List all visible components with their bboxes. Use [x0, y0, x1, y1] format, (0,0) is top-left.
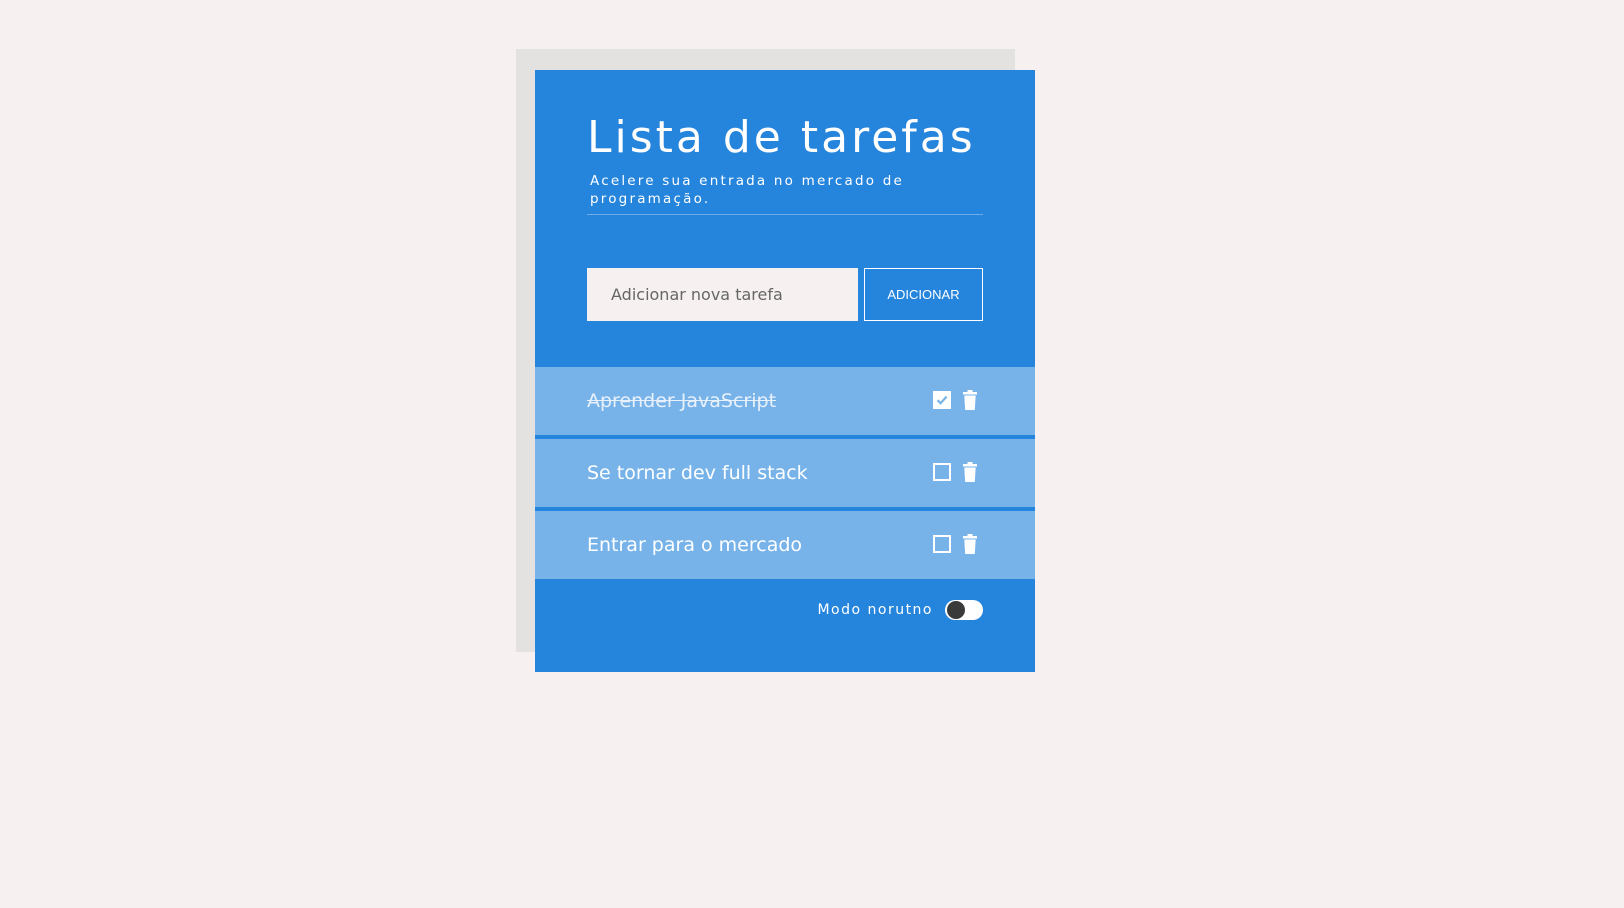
trash-icon[interactable]: [963, 462, 977, 482]
task-text: Aprender JavaScript: [587, 390, 777, 412]
page-title: Lista de tarefas: [587, 112, 976, 163]
header: Lista de tarefas Acelere sua entrada no …: [587, 110, 983, 208]
night-mode-toggle[interactable]: [945, 600, 983, 620]
task-item: Entrar para o mercado: [535, 511, 1035, 579]
header-divider: [587, 214, 983, 215]
trash-icon[interactable]: [963, 534, 977, 554]
toggle-knob: [947, 601, 965, 619]
night-mode-label: Modo norutno: [817, 602, 933, 618]
trash-icon[interactable]: [963, 390, 977, 410]
add-task-button[interactable]: ADICIONAR: [864, 268, 983, 321]
new-task-input[interactable]: [587, 268, 858, 321]
todo-card: Lista de tarefas Acelere sua entrada no …: [535, 70, 1035, 672]
task-item: Aprender JavaScript: [535, 367, 1035, 435]
add-task-form: ADICIONAR: [587, 268, 983, 321]
task-item: Se tornar dev full stack: [535, 439, 1035, 507]
checkbox-empty-icon[interactable]: [933, 463, 951, 481]
checkbox-checked-icon[interactable]: [933, 391, 951, 409]
task-text: Entrar para o mercado: [587, 534, 803, 556]
page-subtitle: Acelere sua entrada no mercado de progra…: [590, 173, 905, 207]
task-list: Aprender JavaScript Se tornar dev full s…: [535, 367, 1035, 583]
task-text: Se tornar dev full stack: [587, 462, 808, 484]
footer: Modo norutno: [817, 598, 983, 622]
checkbox-empty-icon[interactable]: [933, 535, 951, 553]
